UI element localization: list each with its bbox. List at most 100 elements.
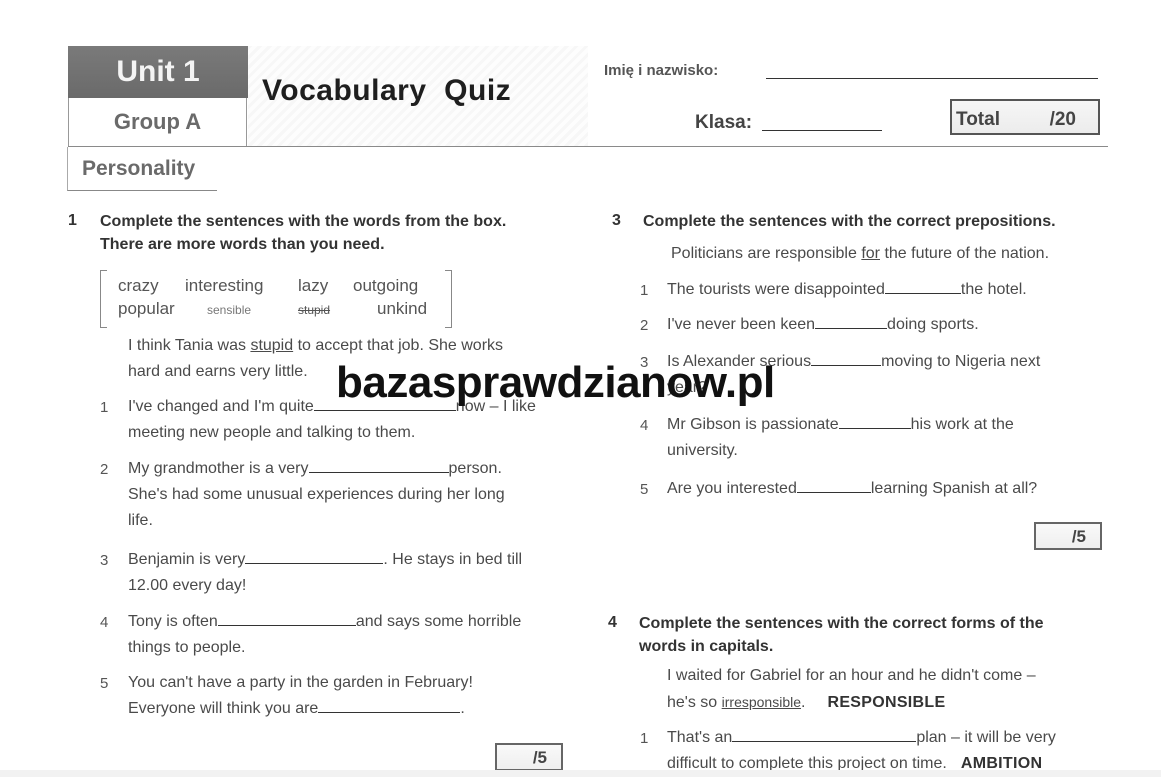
exercise-1-item-2: My grandmother is a very person. She's ha… xyxy=(128,456,505,534)
item-text: person. xyxy=(448,460,502,477)
word-unkind: unkind xyxy=(377,299,428,318)
item-text: I've never been keen xyxy=(667,316,816,333)
item-number: 5 xyxy=(640,481,649,498)
exercise-1-score: /5 xyxy=(495,743,563,771)
word-lazy: lazy xyxy=(298,276,329,295)
item-text: 12.00 every day! xyxy=(128,577,247,594)
word-crazy: crazy xyxy=(118,276,159,295)
exercise-3-item-4: Mr Gibson is passionate his work at the u… xyxy=(667,412,1014,464)
item-number: 5 xyxy=(100,675,109,692)
item-text: . He stays in bed till xyxy=(383,551,523,568)
bottom-edge xyxy=(0,770,1161,777)
total-label: Total xyxy=(956,109,1000,130)
example-answer: irresponsible xyxy=(721,694,802,710)
exercise-1-number: 1 xyxy=(68,212,77,229)
word-interesting: interesting xyxy=(185,276,264,295)
exercise-1-item-5: You can't have a party in the garden in … xyxy=(128,670,473,722)
item-text: That's an xyxy=(667,729,733,746)
answer-blank[interactable] xyxy=(732,727,917,742)
answer-blank[interactable] xyxy=(884,279,961,294)
item-number: 3 xyxy=(100,552,109,569)
item-text: the hotel. xyxy=(960,281,1027,298)
answer-blank[interactable] xyxy=(318,698,461,713)
item-text: plan – it will be very xyxy=(916,729,1056,746)
instruction-line: Complete the sentences with the correct … xyxy=(639,615,1044,632)
word-outgoing: outgoing xyxy=(353,276,419,295)
item-text: doing sports. xyxy=(887,316,979,333)
item-text: his work at the xyxy=(910,416,1014,433)
answer-blank[interactable] xyxy=(815,314,888,329)
answer-blank[interactable] xyxy=(838,414,911,429)
header-divider xyxy=(68,146,1108,147)
item-text: things to people. xyxy=(128,639,246,656)
example-text: he's so xyxy=(667,694,722,711)
exercise-1-item-4: Tony is often and says some horrible thin… xyxy=(128,609,521,661)
word-box: crazy interesting lazy outgoing popular … xyxy=(100,270,452,328)
example-text: Politicians are responsible xyxy=(671,245,862,262)
example-answer: stupid xyxy=(250,337,294,354)
group-label: Group A xyxy=(68,98,247,146)
item-number: 1 xyxy=(640,730,649,747)
item-number: 2 xyxy=(100,461,109,478)
item-number: 4 xyxy=(640,417,649,434)
bracket-left xyxy=(100,270,107,328)
word-popular: popular xyxy=(118,299,175,318)
class-label: Klasa: xyxy=(695,112,753,133)
exercise-3-item-5: Are you interested learning Spanish at al… xyxy=(667,476,1037,502)
instruction-line: There are more words than you need. xyxy=(100,236,385,253)
exercise-3-score: /5 xyxy=(1034,522,1102,550)
item-text: meeting new people and talking to them. xyxy=(128,424,416,441)
item-text: Tony is often xyxy=(128,613,218,630)
item-text: I've changed and I'm quite xyxy=(128,398,314,415)
exercise-1-instruction: Complete the sentences with the words fr… xyxy=(100,210,506,256)
item-number: 1 xyxy=(100,399,109,416)
name-field[interactable] xyxy=(766,78,1098,79)
item-text: She's had some unusual experiences durin… xyxy=(128,486,505,503)
item-text: Are you interested xyxy=(667,480,797,497)
exercise-4-example: I waited for Gabriel for an hour and he … xyxy=(667,663,1036,716)
item-text: life. xyxy=(128,512,153,529)
item-text: learning Spanish at all? xyxy=(870,480,1038,497)
watermark: bazasprawdzianow.pl xyxy=(336,358,775,407)
item-number: 4 xyxy=(100,614,109,631)
keyword: RESPONSIBLE xyxy=(827,694,946,711)
example-text: I think Tania was xyxy=(128,337,251,354)
item-text: You can't have a party in the garden in … xyxy=(128,674,473,691)
exercise-3-item-1: The tourists were disappointed the hotel. xyxy=(667,277,1027,303)
exercise-3-item-2: I've never been keen doing sports. xyxy=(667,312,979,338)
answer-blank[interactable] xyxy=(245,549,384,564)
answer-blank[interactable] xyxy=(796,478,871,493)
example-text: . xyxy=(801,694,806,711)
item-text: Benjamin is very xyxy=(128,551,246,568)
class-field[interactable] xyxy=(762,130,882,131)
item-text: and says some horrible xyxy=(355,613,522,630)
quiz-title: Vocabulary Quiz xyxy=(262,74,512,107)
item-text: moving to Nigeria next xyxy=(881,353,1041,370)
instruction-line: words in capitals. xyxy=(639,638,774,655)
item-text: Mr Gibson is passionate xyxy=(667,416,839,433)
exercise-3-instruction: Complete the sentences with the correct … xyxy=(643,213,1056,230)
name-label: Imię i nazwisko: xyxy=(604,62,719,79)
example-text: to accept that job. She works xyxy=(293,337,504,354)
item-text: My grandmother is a very xyxy=(128,460,309,477)
answer-blank[interactable] xyxy=(308,458,449,473)
word-stupid-crossed: stupid xyxy=(298,303,331,317)
exercise-3-example: Politicians are responsible for the futu… xyxy=(671,241,1049,267)
exercise-4-instruction: Complete the sentences with the correct … xyxy=(639,612,1044,658)
bracket-right xyxy=(445,270,452,328)
exercise-3-number: 3 xyxy=(612,212,621,229)
example-text: I waited for Gabriel for an hour and he … xyxy=(667,667,1036,684)
exercise-1-item-3: Benjamin is very . He stays in bed till 1… xyxy=(128,547,522,599)
exercise-4-number: 4 xyxy=(608,614,617,631)
item-text: university. xyxy=(667,442,738,459)
answer-blank[interactable] xyxy=(217,611,356,626)
example-text: the future of the nation. xyxy=(880,245,1050,262)
word-sensible: sensible xyxy=(207,303,252,317)
item-text: Everyone will think you are xyxy=(128,700,319,717)
total-value: /20 xyxy=(1049,109,1076,130)
answer-blank[interactable] xyxy=(811,351,882,366)
item-number: 1 xyxy=(640,282,649,299)
example-answer: for xyxy=(861,245,880,262)
item-text: The tourists were disappointed xyxy=(667,281,885,298)
instruction-line: Complete the sentences with the words fr… xyxy=(100,213,507,230)
